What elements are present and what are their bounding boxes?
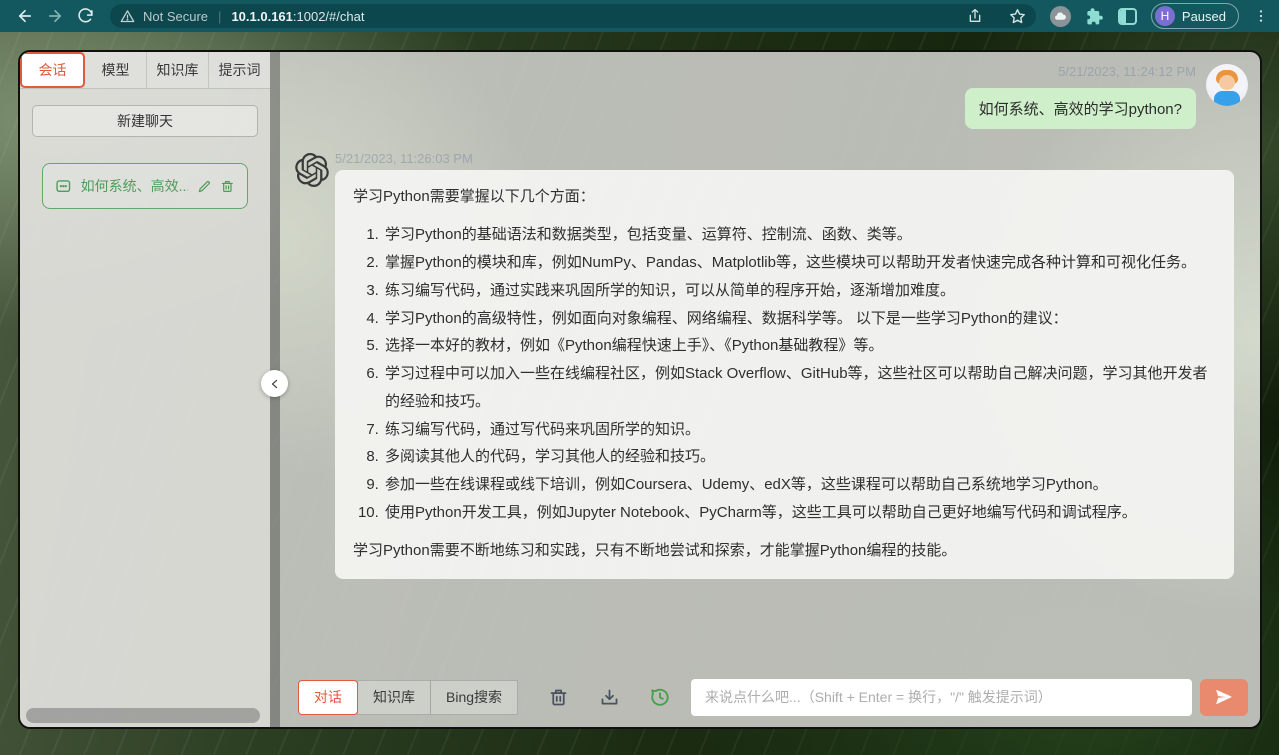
- export-download-icon[interactable]: [598, 686, 620, 708]
- page-url: 10.1.0.161:1002/#/chat: [231, 9, 364, 24]
- send-button[interactable]: [1200, 679, 1248, 716]
- send-plane-icon: [1214, 687, 1234, 707]
- assistant-outro: 学习Python需要不断地练习和实践，只有不断地尝试和探索，才能掌握Python…: [353, 539, 1216, 562]
- list-item: 掌握Python的模块和库，例如NumPy、Pandas、Matplotlib等…: [383, 249, 1216, 277]
- chevron-left-icon: [269, 378, 281, 390]
- list-item: 多阅读其他人的代码，学习其他人的经验和技巧。: [383, 443, 1216, 471]
- list-item: 练习编写代码，通过实践来巩固所学的知识，可以从简单的程序开始，逐渐增加难度。: [383, 277, 1216, 305]
- list-item: 学习Python的基础语法和数据类型，包括变量、运算符、控制流、函数、类等。: [383, 221, 1216, 249]
- list-item: 使用Python开发工具，例如Jupyter Notebook、PyCharm等…: [383, 499, 1216, 527]
- tab-knowledge-base[interactable]: 知识库: [147, 52, 209, 88]
- mode-bing-search[interactable]: Bing搜索: [430, 680, 518, 715]
- history-clock-icon[interactable]: [649, 686, 671, 708]
- sidebar: 会话 模型 知识库 提示词 新建聊天 如何系统、高效...: [20, 52, 270, 727]
- address-separator: |: [218, 9, 221, 24]
- sidebar-divider[interactable]: [270, 52, 280, 727]
- clear-chat-trash-icon[interactable]: [547, 686, 569, 708]
- collapse-sidebar-button[interactable]: [261, 370, 288, 397]
- list-item: 选择一本好的教材，例如《Python编程快速上手》、《Python基础教程》等。: [383, 332, 1216, 360]
- message-list: 5/21/2023, 11:24:12 PM 如何系统、高效的学习python?…: [280, 52, 1260, 667]
- more-menu-icon[interactable]: [1253, 8, 1269, 24]
- tab-conversations[interactable]: 会话: [20, 52, 85, 88]
- assistant-message: 5/21/2023, 11:26:03 PM 学习Python需要掌握以下几个方…: [295, 151, 1248, 579]
- user-message-timestamp: 5/21/2023, 11:24:12 PM: [1058, 64, 1196, 79]
- assistant-message-timestamp: 5/21/2023, 11:26:03 PM: [335, 151, 1234, 166]
- tab-models[interactable]: 模型: [85, 52, 147, 88]
- browser-toolbar: Not Secure | 10.1.0.161:1002/#/chat H Pa…: [0, 0, 1279, 32]
- chat-list-item[interactable]: 如何系统、高效...: [42, 163, 248, 209]
- mode-knowledge-base[interactable]: 知识库: [357, 680, 431, 715]
- mode-chat[interactable]: 对话: [298, 680, 358, 715]
- mode-switch-group: 对话 知识库 Bing搜索: [298, 680, 518, 715]
- cloud-extension-icon[interactable]: [1050, 6, 1071, 27]
- list-item: 参加一些在线课程或线下培训，例如Coursera、Udemy、edX等，这些课程…: [383, 471, 1216, 499]
- address-bar[interactable]: Not Secure | 10.1.0.161:1002/#/chat: [110, 4, 1036, 28]
- profile-avatar: H: [1155, 6, 1175, 26]
- assistant-list: 学习Python的基础语法和数据类型，包括变量、运算符、控制流、函数、类等。 掌…: [353, 221, 1216, 526]
- delete-chat-icon[interactable]: [220, 179, 235, 194]
- edit-icon[interactable]: [197, 179, 212, 194]
- user-avatar: [1206, 64, 1248, 106]
- forward-icon[interactable]: [40, 3, 70, 29]
- chat-app-window: 会话 模型 知识库 提示词 新建聊天 如何系统、高效... 5/21/2023,…: [18, 50, 1262, 729]
- sidebar-horizontal-scrollbar[interactable]: [26, 708, 260, 723]
- user-message-bubble: 如何系统、高效的学习python?: [965, 88, 1196, 129]
- security-label: Not Secure: [143, 9, 208, 24]
- chat-bubble-icon: [55, 178, 72, 195]
- back-icon[interactable]: [10, 3, 40, 29]
- share-icon[interactable]: [967, 8, 983, 24]
- user-message: 5/21/2023, 11:24:12 PM 如何系统、高效的学习python?: [295, 64, 1248, 129]
- list-item: 学习Python的高级特性，例如面向对象编程、网络编程、数据科学等。 以下是一些…: [383, 305, 1216, 333]
- sidebar-tabs: 会话 模型 知识库 提示词: [20, 52, 270, 89]
- profile-status-label: Paused: [1182, 9, 1226, 24]
- bookmark-star-icon[interactable]: [1009, 8, 1026, 25]
- tab-prompts[interactable]: 提示词: [209, 52, 270, 88]
- openai-logo-icon: [295, 153, 329, 192]
- composer-bar: 对话 知识库 Bing搜索: [280, 667, 1260, 727]
- assistant-message-bubble: 学习Python需要掌握以下几个方面： 学习Python的基础语法和数据类型，包…: [335, 170, 1234, 579]
- extensions-puzzle-icon[interactable]: [1085, 7, 1104, 26]
- reload-icon[interactable]: [70, 3, 100, 29]
- new-chat-button[interactable]: 新建聊天: [32, 105, 258, 137]
- assistant-intro: 学习Python需要掌握以下几个方面：: [353, 185, 1216, 208]
- message-input[interactable]: [691, 679, 1192, 716]
- list-item: 练习编写代码，通过写代码来巩固所学的知识。: [383, 416, 1216, 444]
- chat-main-area: 5/21/2023, 11:24:12 PM 如何系统、高效的学习python?…: [280, 52, 1260, 727]
- chat-title: 如何系统、高效...: [81, 176, 188, 196]
- list-item: 学习过程中可以加入一些在线编程社区，例如Stack Overflow、GitHu…: [383, 360, 1216, 416]
- browser-profile-button[interactable]: H Paused: [1151, 3, 1239, 29]
- side-panel-icon[interactable]: [1118, 8, 1137, 25]
- ssl-warning-icon: [120, 9, 135, 24]
